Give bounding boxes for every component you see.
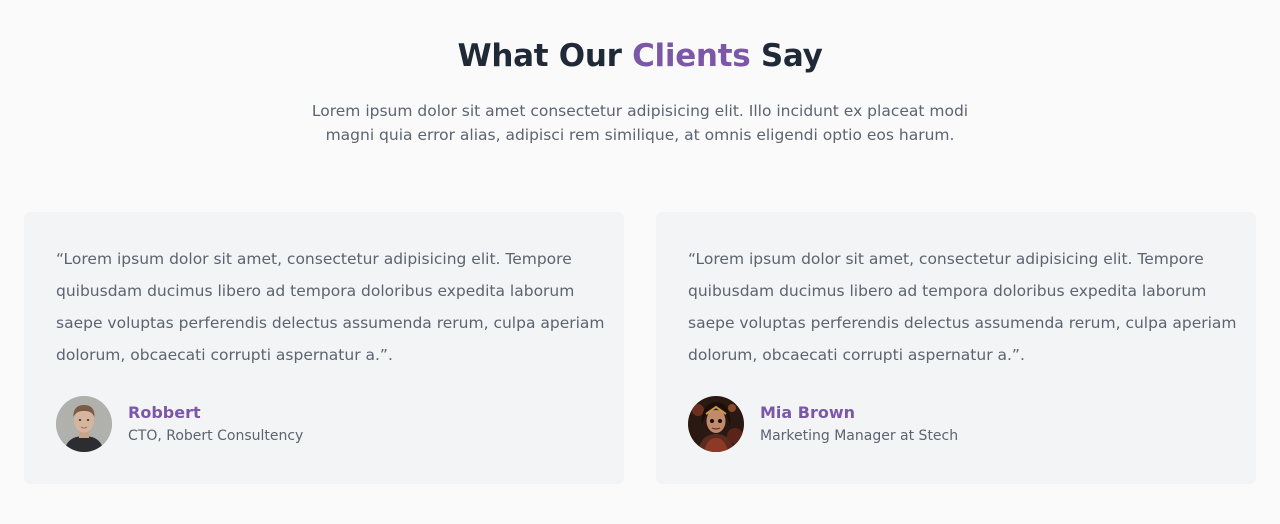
client-name: Robbert: [128, 403, 201, 422]
testimonial-quote: “Lorem ipsum dolor sit amet, consectetur…: [56, 250, 605, 364]
client-role: CTO, Robert Consultency: [128, 428, 304, 444]
avatar: [688, 396, 744, 452]
title-accent: Clients: [632, 38, 751, 74]
testimonial-quote: “Lorem ipsum dolor sit amet, consectetur…: [688, 250, 1237, 364]
client-name: Mia Brown: [760, 403, 856, 422]
title-prefix: What Our: [457, 38, 622, 74]
section-intro: Lorem ipsum dolor sit amet consectetur a…: [311, 102, 969, 144]
client-role: Marketing Manager at Stech: [760, 428, 959, 444]
testimonials-section: What Our Clients Say Lorem ipsum dolor s…: [0, 0, 1280, 524]
avatar: [56, 396, 112, 452]
section-title: What Our Clients Say: [0, 38, 1280, 74]
title-suffix: Say: [760, 38, 823, 74]
